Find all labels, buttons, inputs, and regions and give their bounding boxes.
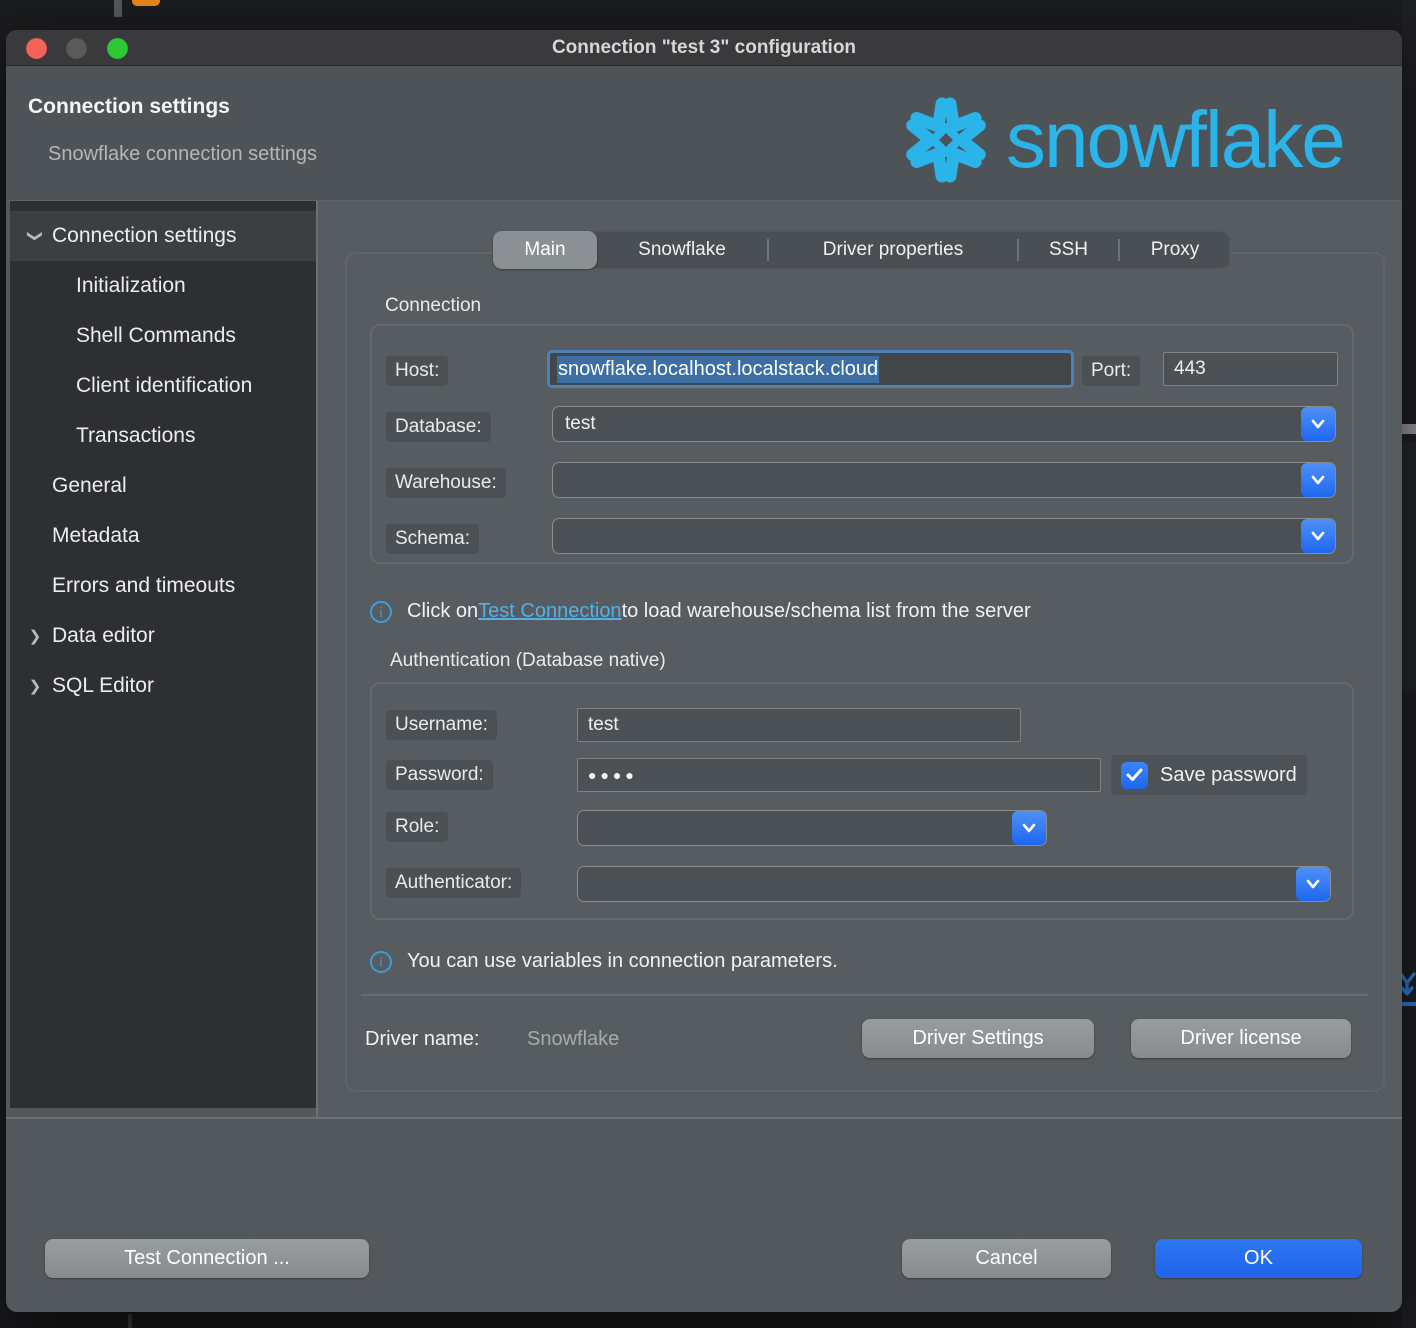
sidebar-item-transactions[interactable]: Transactions — [10, 411, 316, 461]
username-label: Username: — [386, 710, 497, 740]
footer-divider — [6, 1117, 1402, 1119]
connection-group: Host: snowflake.localhost.localstack.clo… — [370, 324, 1354, 564]
chevron-down-icon[interactable]: ❯ — [24, 227, 46, 245]
chevron-down-icon — [1305, 878, 1321, 890]
background-scrollbar-fragment — [1402, 424, 1416, 434]
chevron-down-icon — [1021, 822, 1037, 834]
schema-dropdown-button[interactable] — [1301, 519, 1335, 553]
database-combo[interactable]: test — [552, 406, 1336, 442]
schema-combo[interactable] — [552, 518, 1336, 554]
connection-configuration-dialog: Connection "test 3" configuration Connec… — [6, 30, 1402, 1312]
warehouse-combo[interactable] — [552, 462, 1336, 498]
info-circle-icon: i — [370, 951, 392, 973]
password-input[interactable]: ●●●● — [577, 758, 1101, 792]
ok-button[interactable]: OK — [1155, 1239, 1362, 1278]
window-title: Connection "test 3" configuration — [552, 37, 856, 59]
schema-label: Schema: — [386, 524, 479, 554]
password-label: Password: — [386, 760, 493, 790]
driver-name-label: Driver name: — [365, 1028, 479, 1051]
database-dropdown-button[interactable] — [1301, 407, 1335, 441]
sidebar-item-sql-editor[interactable]: ❯ SQL Editor — [10, 661, 316, 711]
connection-group-title: Connection — [385, 295, 481, 317]
host-value-selected-text: snowflake.localhost.localstack.cloud — [557, 356, 879, 383]
chevron-right-icon[interactable]: ❯ — [24, 627, 46, 645]
sidebar-item-initialization[interactable]: Initialization — [10, 261, 316, 311]
port-label: Port: — [1082, 356, 1140, 386]
snowflake-logo-icon — [890, 84, 1002, 196]
sidebar-item-client-identification[interactable]: Client identification — [10, 361, 316, 411]
authenticator-label: Authenticator: — [386, 868, 521, 898]
title-bar[interactable]: Connection "test 3" configuration — [6, 30, 1402, 66]
sidebar-item-errors-and-timeouts[interactable]: Errors and timeouts — [10, 561, 316, 611]
sidebar-item-connection-settings[interactable]: ❯ Connection settings — [10, 211, 316, 261]
background-window-divider — [114, 0, 122, 17]
driver-license-button[interactable]: Driver license — [1131, 1019, 1351, 1058]
settings-sidebar: ❯ Connection settings Initialization She… — [10, 201, 316, 1108]
database-label: Database: — [386, 412, 491, 442]
authentication-group-title: Authentication (Database native) — [390, 650, 666, 672]
minimize-button[interactable] — [66, 38, 87, 59]
background-bottom-divider — [128, 1314, 132, 1328]
background-orange-icon — [132, 0, 160, 6]
driver-section-divider — [361, 994, 1368, 996]
sidebar-item-general[interactable]: General — [10, 461, 316, 511]
variables-hint: i You can use variables in connection pa… — [370, 950, 838, 973]
snowflake-wordmark: snowflake — [1006, 94, 1344, 186]
cancel-button[interactable]: Cancel — [902, 1239, 1111, 1278]
tab-driver-properties[interactable]: Driver properties — [769, 231, 1017, 269]
chevron-right-icon[interactable]: ❯ — [24, 677, 46, 695]
dialog-header: Connection settings Snowflake connection… — [6, 67, 1402, 200]
tab-snowflake[interactable]: Snowflake — [597, 231, 767, 269]
snowflake-brand: snowflake — [890, 82, 1344, 198]
warehouse-dropdown-button[interactable] — [1301, 463, 1335, 497]
username-input[interactable]: test — [577, 708, 1021, 742]
sidebar-item-data-editor[interactable]: ❯ Data editor — [10, 611, 316, 661]
background-panel-fragment — [1402, 442, 1416, 692]
authentication-group: Username: test Password: ●●●● Save passw… — [370, 682, 1354, 920]
tab-main[interactable]: Main — [493, 231, 597, 269]
test-connection-button[interactable]: Test Connection ... — [45, 1239, 369, 1278]
sidebar-item-metadata[interactable]: Metadata — [10, 511, 316, 561]
host-label: Host: — [386, 356, 448, 386]
page-title: Connection settings — [28, 95, 230, 119]
chevron-down-icon — [1310, 418, 1326, 430]
test-connection-hint: i Click on Test Connection to load wareh… — [370, 600, 1031, 623]
driver-settings-button[interactable]: Driver Settings — [862, 1019, 1094, 1058]
check-icon — [1126, 768, 1143, 782]
port-input[interactable]: 443 — [1163, 352, 1338, 386]
sidebar-item-shell-commands[interactable]: Shell Commands — [10, 311, 316, 361]
test-connection-link[interactable]: Test Connection — [478, 600, 621, 623]
role-combo[interactable] — [577, 810, 1047, 846]
chevron-down-icon — [1310, 530, 1326, 542]
zoom-button[interactable] — [107, 38, 128, 59]
authenticator-dropdown-button[interactable] — [1296, 867, 1330, 901]
chevron-down-icon — [1310, 474, 1326, 486]
save-password-label: Save password — [1160, 764, 1297, 787]
tab-bar: Main Snowflake Driver properties SSH Pro… — [493, 231, 1230, 269]
page-subtitle: Snowflake connection settings — [48, 143, 317, 166]
host-input[interactable]: snowflake.localhost.localstack.cloud — [547, 350, 1074, 388]
tab-proxy[interactable]: Proxy — [1120, 231, 1230, 269]
driver-name-value: Snowflake — [527, 1028, 619, 1051]
sidebar-divider — [316, 201, 318, 1117]
info-circle-icon: i — [370, 601, 392, 623]
save-password-option: Save password — [1111, 755, 1307, 795]
role-dropdown-button[interactable] — [1012, 811, 1046, 845]
tab-ssh[interactable]: SSH — [1019, 231, 1118, 269]
role-label: Role: — [386, 812, 448, 842]
warehouse-label: Warehouse: — [386, 468, 506, 498]
authenticator-combo[interactable] — [577, 866, 1331, 902]
save-password-checkbox[interactable] — [1121, 762, 1148, 789]
close-button[interactable] — [26, 38, 47, 59]
desktop-background: Connection "test 3" configuration Connec… — [0, 0, 1416, 1328]
